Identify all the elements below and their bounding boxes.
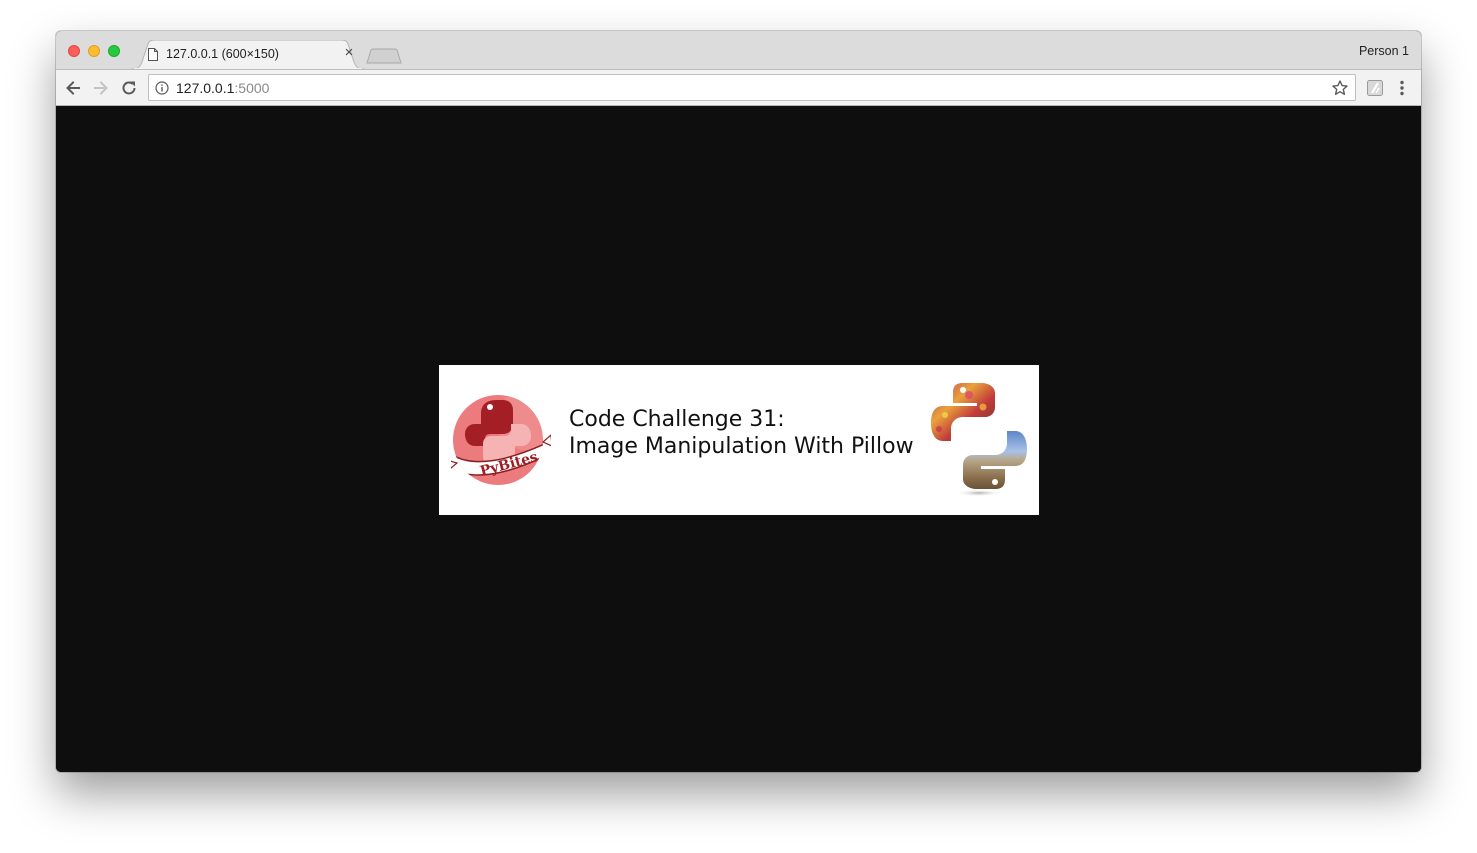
browser-tab[interactable]: 127.0.0.1 (600×150) ×: [132, 40, 364, 69]
reload-icon[interactable]: [119, 78, 139, 98]
banner-title-line2: Image Manipulation With Pillow: [569, 434, 914, 459]
profile-button[interactable]: Person 1: [1359, 44, 1409, 58]
address-bar[interactable]: 127.0.0.1:5000: [148, 74, 1356, 101]
star-icon[interactable]: [1331, 79, 1349, 97]
python-logo-photo-collage-icon: [931, 383, 1027, 497]
tab-strip: 127.0.0.1 (600×150) × Person 1: [56, 31, 1421, 69]
info-icon[interactable]: [155, 81, 169, 95]
pybites-logo: PyBites: [451, 395, 551, 485]
banner-image: PyBites Code Challenge 31: Image Manipul…: [439, 365, 1039, 515]
browser-window: 127.0.0.1 (600×150) × Person 1 127.0.0.1…: [56, 31, 1421, 772]
kebab-menu-icon[interactable]: [1396, 79, 1408, 97]
new-tab-button[interactable]: [366, 48, 402, 64]
close-window-button[interactable]: [68, 45, 80, 57]
url-text[interactable]: 127.0.0.1:5000: [176, 80, 269, 96]
page-viewport: PyBites Code Challenge 31: Image Manipul…: [56, 106, 1421, 772]
document-icon: [148, 48, 158, 61]
banner-title-line1: Code Challenge 31:: [569, 407, 785, 432]
url-host: 127.0.0.1: [176, 80, 235, 96]
toolbar: 127.0.0.1:5000: [56, 69, 1421, 106]
extension-icon[interactable]: [1366, 79, 1384, 97]
arrow-left-icon[interactable]: [63, 78, 83, 98]
tab-title: 127.0.0.1 (600×150): [166, 47, 279, 61]
zoom-window-button[interactable]: [108, 45, 120, 57]
tab-close-icon[interactable]: ×: [341, 45, 357, 61]
minimize-window-button[interactable]: [88, 45, 100, 57]
banner-title: Code Challenge 31: Image Manipulation Wi…: [569, 406, 914, 460]
arrow-right-icon[interactable]: [91, 78, 111, 98]
url-port: :5000: [234, 80, 270, 96]
